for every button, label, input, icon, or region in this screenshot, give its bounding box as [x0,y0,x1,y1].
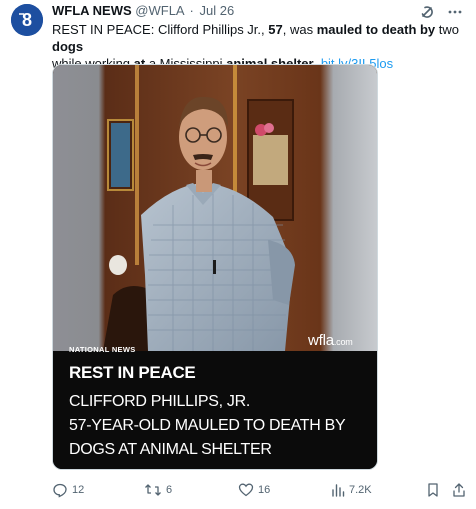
wfla-watermark: wfla.com [308,332,353,349]
news-photo [53,65,377,351]
share-icon [453,483,465,497]
more-icon[interactable] [446,3,464,21]
reply-icon [53,483,67,498]
views-count: 7.2K [349,484,372,496]
card-line-3: DOGS AT ANIMAL SHELTER [69,441,272,458]
bookmark-icon [428,483,438,497]
grok-icon[interactable] [418,3,436,21]
avatar[interactable]: 8 [11,4,43,36]
separator: · [189,3,194,18]
svg-text:8: 8 [22,10,32,30]
reply-button[interactable]: 12 [52,482,84,498]
card-line-2: 57-YEAR-OLD MAULED TO DEATH BY [69,417,346,434]
views-icon [332,484,345,497]
card-title: REST IN PEACE [69,363,196,382]
share-button[interactable] [452,482,466,498]
text-bold: dogs [52,39,84,54]
tweet-header: WFLA NEWS @WFLA · Jul 26 [52,3,234,19]
watermark-suffix: .com [333,337,353,347]
text-bold: mauled to death by [316,22,436,37]
author-name[interactable]: WFLA NEWS [52,3,132,18]
photo-illustration [53,65,377,351]
watermark-text: wfla [308,332,334,349]
header-actions [418,3,464,21]
action-bar: 12 6 16 7.2K [52,482,468,502]
tweet[interactable]: 8 WFLA NEWS @WFLA · Jul 26 REST IN PEACE… [0,0,476,509]
text-segment: , was [282,22,317,37]
text-segment: two [435,22,460,37]
heart-icon [238,483,254,497]
like-count: 16 [258,484,271,496]
views-button[interactable]: 7.2K [331,482,372,498]
media-card[interactable]: wfla.com NATIONAL NEWS REST IN PEACE CLI… [52,64,378,470]
reply-count: 12 [72,484,85,496]
retweet-icon [145,484,161,496]
text-segment: REST IN PEACE: Clifford Phillips Jr., [52,22,269,37]
card-subtitle: CLIFFORD PHILLIPS, JR. 57-YEAR-OLD MAULE… [69,390,377,462]
timestamp[interactable]: Jul 26 [199,3,234,18]
retweet-button[interactable]: 6 [144,482,172,498]
text-bold: 57 [268,22,283,37]
card-line-1: CLIFFORD PHILLIPS, JR. [69,393,250,410]
retweet-count: 6 [166,484,173,496]
like-button[interactable]: 16 [238,482,270,498]
category-tag: NATIONAL NEWS [69,345,136,354]
wfla-8-logo-icon: 8 [11,4,43,36]
bookmark-button[interactable] [426,482,440,498]
author-handle[interactable]: @WFLA [135,3,184,18]
